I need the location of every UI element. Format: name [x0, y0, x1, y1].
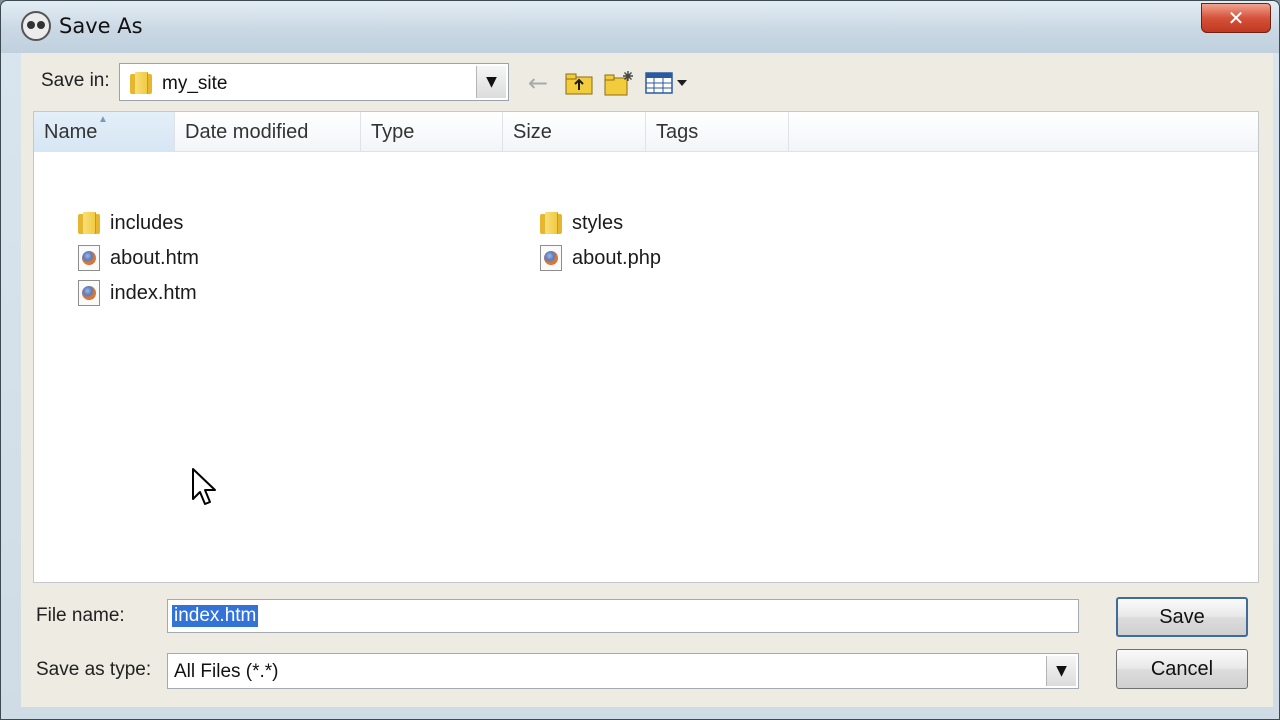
column-header-tags[interactable]: Tags [646, 112, 789, 152]
list-item[interactable]: about.htm [76, 243, 199, 273]
save-in-label: Save in: [41, 70, 110, 91]
file-name-label: File name: [36, 605, 125, 626]
chevron-down-icon[interactable]: ▼ [1046, 656, 1076, 686]
column-header-type[interactable]: Type [361, 112, 503, 152]
save-as-dialog: Save As ✕ Save in: my_site ▼ ← ▲ Name Da… [0, 0, 1280, 720]
list-item[interactable]: index.htm [76, 278, 197, 308]
file-name-value[interactable]: index.htm [172, 605, 259, 627]
save-in-combo[interactable]: my_site ▼ [119, 63, 509, 101]
save-as-type-value: All Files (*.*) [174, 661, 279, 682]
folder-icon [78, 212, 100, 234]
column-header-size[interactable]: Size [503, 112, 646, 152]
list-item[interactable]: about.php [538, 243, 661, 273]
chevron-down-icon[interactable]: ▼ [476, 66, 506, 98]
file-name-field[interactable]: index.htm [167, 599, 1079, 633]
save-button[interactable]: Save [1116, 597, 1248, 637]
up-one-level-icon[interactable] [564, 69, 594, 97]
list-item[interactable]: styles [538, 208, 623, 238]
htm-file-icon [78, 280, 100, 306]
folder-icon [130, 72, 152, 94]
save-as-type-select[interactable]: All Files (*.*) ▼ [167, 653, 1079, 689]
new-folder-icon[interactable] [603, 69, 635, 97]
mouse-pointer-icon [191, 467, 217, 511]
dialog-title: Save As [59, 14, 143, 38]
close-button[interactable]: ✕ [1201, 3, 1271, 33]
save-in-value: my_site [162, 73, 228, 94]
column-headers: ▲ Name Date modified Type Size Tags [34, 112, 1258, 152]
back-arrow-icon[interactable]: ← [524, 69, 552, 97]
close-icon: ✕ [1227, 6, 1245, 30]
title-bar[interactable]: Save As ✕ [1, 1, 1279, 53]
file-list[interactable]: ▲ Name Date modified Type Size Tags incl… [33, 111, 1259, 583]
folder-icon [540, 212, 562, 234]
php-file-icon [540, 245, 562, 271]
column-header-name[interactable]: ▲ Name [34, 112, 175, 152]
cancel-button[interactable]: Cancel [1116, 649, 1248, 689]
dialog-body: Save in: my_site ▼ ← ▲ Name Date modifie… [21, 53, 1273, 707]
htm-file-icon [78, 245, 100, 271]
app-icon [21, 11, 51, 41]
list-item[interactable]: includes [76, 208, 183, 238]
column-header-date-modified[interactable]: Date modified [175, 112, 361, 152]
sort-ascending-icon: ▲ [98, 114, 108, 125]
view-menu-icon[interactable] [644, 69, 692, 97]
save-as-type-label: Save as type: [36, 659, 152, 680]
